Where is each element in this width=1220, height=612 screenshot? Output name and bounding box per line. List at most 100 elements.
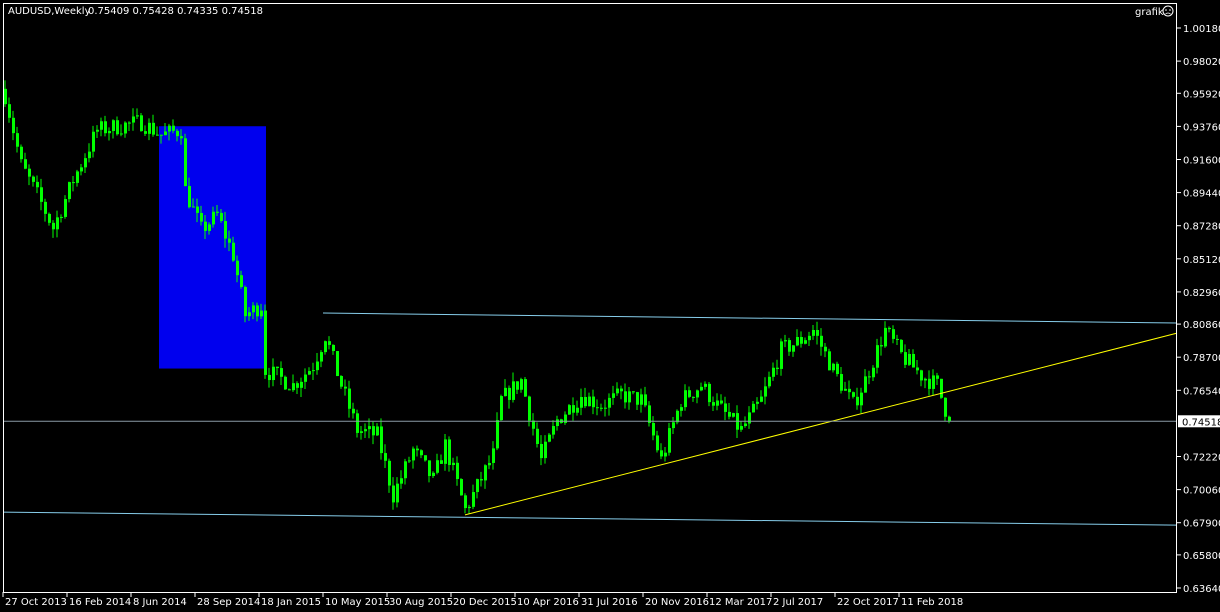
candle-body (688, 390, 691, 397)
candle-body (732, 413, 735, 417)
candle-body (64, 199, 67, 217)
time-tick-label: 31 Jul 2016 (581, 597, 638, 608)
candle-body (452, 462, 455, 466)
candle-body (28, 168, 31, 177)
time-tick-label: 28 Sep 2014 (197, 597, 260, 608)
candle-body (468, 506, 471, 509)
candle-body (284, 376, 287, 390)
candle-body (640, 394, 643, 405)
candle-body (576, 407, 579, 413)
candle-body (676, 410, 679, 423)
candle-body (876, 345, 879, 368)
candle-body (300, 381, 303, 388)
candle-body (372, 426, 375, 436)
candle-body (728, 411, 731, 417)
candle-body (828, 351, 831, 371)
candle-body (96, 129, 99, 132)
candle-body (768, 376, 771, 387)
candle-body (456, 462, 459, 480)
candle-body (444, 439, 447, 464)
candle-body (512, 381, 515, 400)
candle-body (440, 460, 443, 464)
candle-body (764, 386, 767, 397)
candle-body (948, 416, 951, 422)
price-chart[interactable]: 1.00180 0.98020 0.95920 0.93760 0.91600 0.894… (0, 0, 1220, 612)
candle-body (460, 479, 463, 496)
candle-body (700, 386, 703, 391)
candle-body (140, 115, 143, 132)
candle-body (36, 181, 39, 188)
candle-body (720, 400, 723, 404)
candle-body (172, 125, 175, 131)
candle-body (84, 158, 87, 168)
candle-body (120, 133, 123, 135)
candle-body (780, 341, 783, 369)
candle-body (724, 403, 727, 412)
candle-body (88, 151, 91, 159)
candle-body (160, 134, 163, 136)
candle-body (104, 121, 107, 134)
candle-body (752, 403, 755, 413)
candle-body (704, 383, 707, 387)
candle-body (596, 407, 599, 409)
candle-body (252, 305, 255, 313)
price-tick-label: 0.98020 (1183, 57, 1220, 68)
candle-body (320, 352, 323, 362)
candle-body (280, 368, 283, 377)
candle-body (936, 375, 939, 379)
candle-body (884, 327, 887, 347)
candle-body (184, 138, 187, 187)
candle-body (792, 345, 795, 352)
candle-body (740, 426, 743, 430)
time-tick-label: 18 Jan 2015 (261, 597, 321, 608)
candle-body (840, 374, 843, 391)
candle-body (168, 125, 171, 132)
candle-body (520, 379, 523, 390)
candle-body (600, 407, 603, 409)
candle-body (60, 216, 63, 218)
price-tick-label: 0.70060 (1183, 486, 1220, 497)
candle-body (136, 115, 139, 117)
price-tick-label: 0.82960 (1183, 288, 1220, 299)
candle-body (224, 220, 227, 239)
candle-body (388, 460, 391, 486)
price-tick-label: 0.63640 (1183, 584, 1220, 595)
candle-body (164, 131, 167, 136)
candle-body (504, 387, 507, 397)
candle-body (820, 335, 823, 347)
time-tick-label: 20 Dec 2015 (453, 597, 517, 608)
candle-body (32, 176, 35, 182)
candle-body (848, 388, 851, 393)
candle-body (380, 426, 383, 454)
candle-body (344, 386, 347, 389)
candle-body (668, 428, 671, 453)
candle-body (288, 389, 291, 391)
candle-body (92, 131, 95, 152)
chart-header-symbol: AUDUSD,Weekly (8, 6, 91, 17)
candle-body (912, 353, 915, 368)
candle-body (548, 434, 551, 442)
candle-body (132, 116, 135, 123)
candle-body (784, 340, 787, 342)
candle-body (152, 122, 155, 135)
time-tick-label: 10 May 2015 (325, 597, 390, 608)
candle-body (920, 370, 923, 381)
candle-body (396, 483, 399, 503)
price-tick-label: 0.85120 (1183, 255, 1220, 266)
candle-body (832, 363, 835, 371)
candle-body (636, 392, 639, 405)
candle-body (476, 479, 479, 493)
candle-body (632, 391, 635, 393)
candle-body (268, 374, 271, 381)
price-tick-label: 1.00180 (1183, 24, 1220, 35)
candle-body (352, 408, 355, 414)
candle-body (292, 383, 295, 391)
candle-body (24, 159, 27, 169)
candle-body (900, 339, 903, 353)
candle-body (236, 260, 239, 276)
time-tick-label: 11 Feb 2018 (901, 597, 963, 608)
candle-body (16, 133, 19, 147)
time-tick-label: 10 Apr 2016 (517, 597, 579, 608)
candle-body (124, 122, 127, 134)
candle-body (656, 435, 659, 451)
